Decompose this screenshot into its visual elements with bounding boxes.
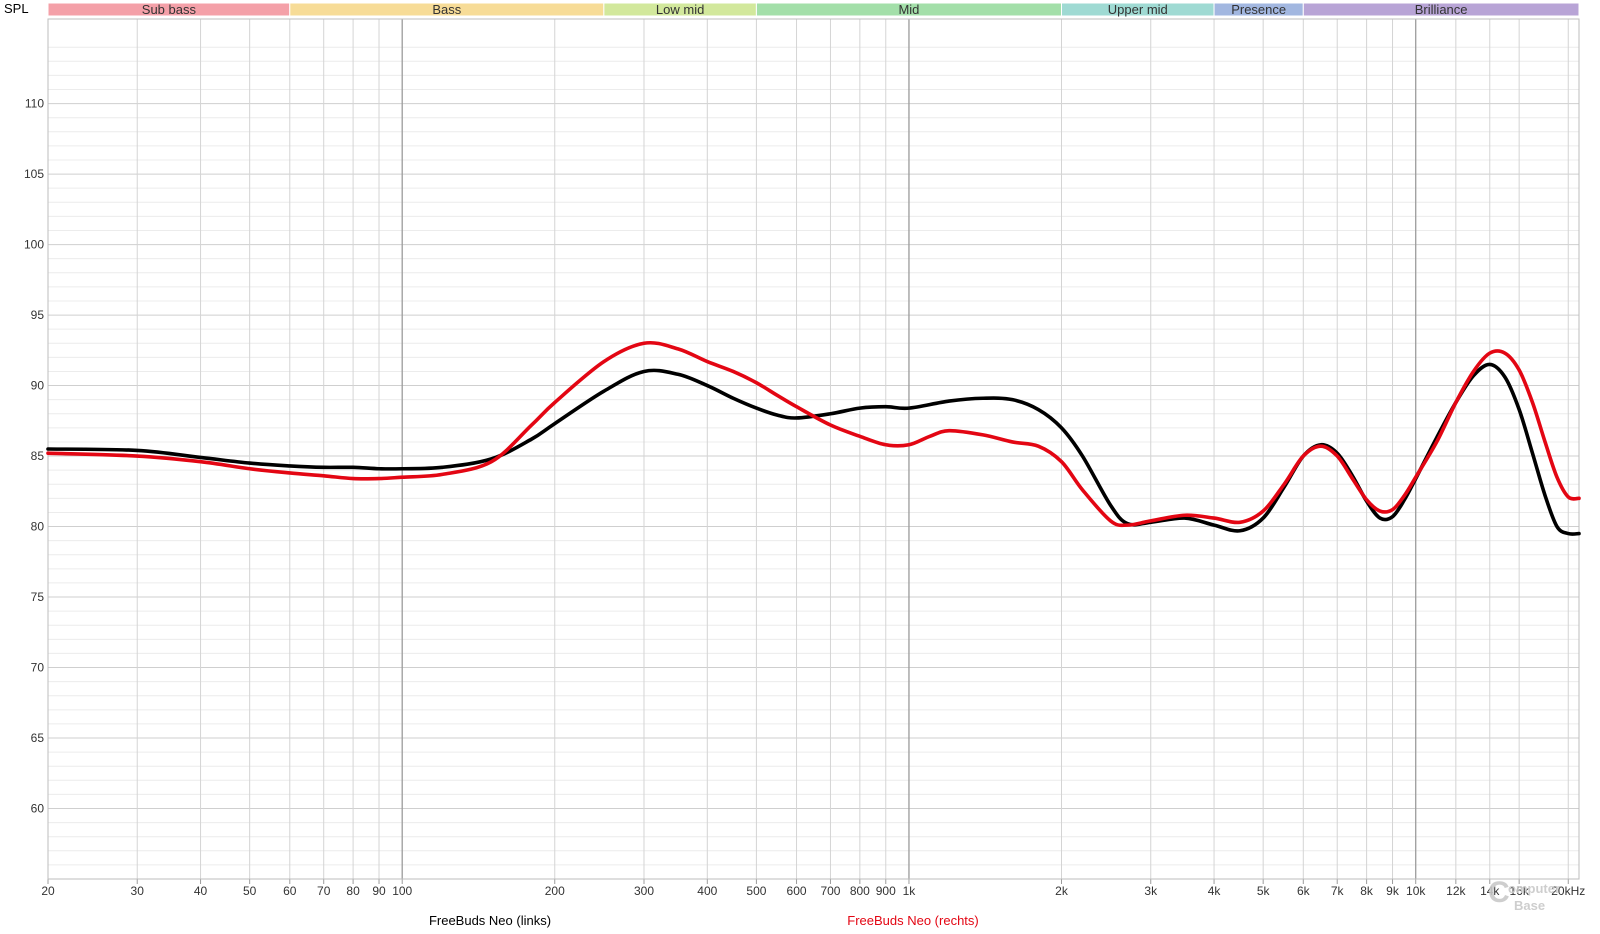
band-label: Bass xyxy=(432,2,461,17)
watermark-letter-c: C xyxy=(1488,876,1510,909)
frequency-response-chart: Sub bass Bass Low mid Mid Upper mid Presence B… xyxy=(0,0,1600,934)
x-tick-label: 800 xyxy=(850,884,870,898)
x-tick-label: 3k xyxy=(1144,884,1158,898)
x-tick-label: 100 xyxy=(392,884,412,898)
legend-entry-2: FreeBuds Neo (rechts) xyxy=(847,913,979,928)
x-tick-label: 20 xyxy=(41,884,55,898)
x-tick-label: 900 xyxy=(876,884,896,898)
band-label: Presence xyxy=(1231,2,1286,17)
frequency-bands: Sub bass Bass Low mid Mid Upper mid Presence B… xyxy=(47,2,1580,17)
x-tick-label: 12k xyxy=(1446,884,1466,898)
band-label: Sub bass xyxy=(142,2,197,17)
watermark-text-top: omputer xyxy=(1508,881,1560,896)
x-tick-label: 10k xyxy=(1406,884,1426,898)
x-tick-label: 300 xyxy=(634,884,654,898)
x-tick-label: 70 xyxy=(317,884,331,898)
x-tick-label: 5k xyxy=(1257,884,1271,898)
y-tick-label: 70 xyxy=(31,661,45,675)
watermark-text-bottom: Base xyxy=(1514,898,1545,913)
x-tick-label: 60 xyxy=(283,884,297,898)
x-tick-label: 1k xyxy=(903,884,917,898)
x-tick-label: 30 xyxy=(131,884,145,898)
x-tick-label: 4k xyxy=(1208,884,1222,898)
x-tick-label: 400 xyxy=(697,884,717,898)
y-tick-label: 60 xyxy=(31,802,45,816)
x-tick-label: 7k xyxy=(1331,884,1345,898)
band-label: Low mid xyxy=(656,2,704,17)
x-tick-label: 8k xyxy=(1360,884,1374,898)
x-tick-label: 2k xyxy=(1055,884,1069,898)
band-label: Mid xyxy=(898,2,919,17)
y-tick-label: 65 xyxy=(31,731,45,745)
y-axis-label: SPL xyxy=(4,1,29,16)
x-tick-label: 80 xyxy=(346,884,360,898)
y-tick-label: 85 xyxy=(31,449,45,463)
x-tick-label: 50 xyxy=(243,884,257,898)
legend-entry-1: FreeBuds Neo (links) xyxy=(429,913,551,928)
x-tick-label: 500 xyxy=(746,884,766,898)
y-tick-label: 100 xyxy=(24,238,44,252)
x-tick-label: 40 xyxy=(194,884,208,898)
x-tick-label: 90 xyxy=(372,884,386,898)
band-label: Upper mid xyxy=(1108,2,1168,17)
y-tick-label: 95 xyxy=(31,308,45,322)
y-tick-label: 105 xyxy=(24,167,44,181)
x-tick-label: 700 xyxy=(820,884,840,898)
x-tick-label: 9k xyxy=(1386,884,1400,898)
y-tick-label: 110 xyxy=(25,97,44,111)
y-tick-label: 80 xyxy=(31,520,45,534)
x-tick-label: 6k xyxy=(1297,884,1311,898)
x-tick-label: 200 xyxy=(545,884,565,898)
y-tick-label: 90 xyxy=(31,379,45,393)
band-label: Brilliance xyxy=(1415,2,1468,17)
x-tick-label: 600 xyxy=(787,884,807,898)
y-tick-label: 75 xyxy=(31,590,45,604)
